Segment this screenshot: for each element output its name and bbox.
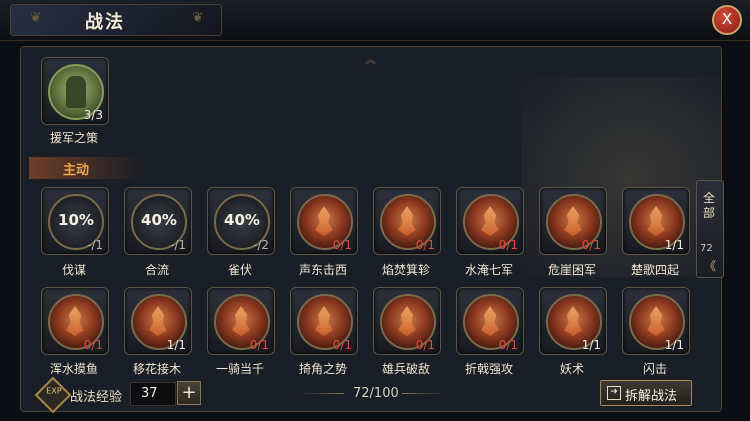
tactic-slot[interactable]: 0/1 bbox=[539, 187, 607, 255]
tactic-slot[interactable]: 40% -/1 bbox=[124, 187, 192, 255]
tab-all-count: 72 bbox=[700, 243, 713, 254]
tactic-slot[interactable]: 40% -/2 bbox=[207, 187, 275, 255]
tactic-slot[interactable]: 1/1 bbox=[622, 187, 690, 255]
close-button[interactable]: X bbox=[712, 5, 742, 35]
tactic-count: -/1 bbox=[169, 238, 186, 252]
tactic-name: 声东击西 bbox=[298, 263, 347, 277]
tactics-panel: ︽ 3/3 援军之策 主动 10% -/1 伐谋 40% -/1 合流 40% -/2 雀伏 0/… bbox=[20, 46, 722, 412]
tactic-name: 闪击 bbox=[642, 362, 667, 376]
tactic-name: 伐谋 bbox=[61, 263, 86, 277]
tactic-name: 掎角之势 bbox=[298, 362, 347, 376]
divider-right bbox=[402, 393, 446, 394]
tactic-slot[interactable]: 0/1 bbox=[41, 287, 109, 355]
section-header: 主动 bbox=[29, 157, 139, 179]
flame-icon bbox=[481, 306, 499, 336]
tactic-slot[interactable]: 0/1 bbox=[456, 187, 524, 255]
tactic-count: 0/1 bbox=[415, 338, 435, 352]
tactic-percent: 40% bbox=[224, 211, 260, 229]
scroll-up-icon[interactable]: ︽ bbox=[365, 51, 376, 67]
tactic-count: 0/1 bbox=[332, 338, 352, 352]
tab-all-label: 全部 bbox=[703, 191, 716, 220]
ornament-right-icon: ❦ bbox=[192, 10, 204, 26]
divider-left bbox=[300, 393, 344, 394]
flame-icon bbox=[232, 306, 250, 336]
tactic-name: 危崖困军 bbox=[547, 263, 596, 277]
tactic-name: 折戟强攻 bbox=[464, 362, 513, 376]
tactic-count: 0/1 bbox=[581, 238, 601, 252]
tactic-name: 妖术 bbox=[559, 362, 584, 376]
tactic-name: 雀伏 bbox=[227, 263, 252, 277]
tactic-percent: 40% bbox=[141, 211, 177, 229]
tactic-count: 0/1 bbox=[498, 338, 518, 352]
tactic-name: 雄兵破敌 bbox=[381, 362, 430, 376]
tactic-name: 浑水摸鱼 bbox=[49, 362, 98, 376]
flame-icon bbox=[315, 306, 333, 336]
tactic-count: 0/1 bbox=[415, 238, 435, 252]
tactic-slot[interactable]: 0/1 bbox=[290, 187, 358, 255]
tactic-name: 楚歌四起 bbox=[630, 263, 679, 277]
equipped-tactic-slot[interactable]: 3/3 bbox=[41, 57, 109, 125]
tactic-slot[interactable]: 10% -/1 bbox=[41, 187, 109, 255]
flame-icon bbox=[398, 206, 416, 236]
add-exp-button[interactable]: + bbox=[177, 381, 201, 405]
tactic-percent: 10% bbox=[58, 211, 94, 229]
flame-icon bbox=[647, 306, 665, 336]
tactic-count: 0/1 bbox=[498, 238, 518, 252]
tactic-name: 水淹七军 bbox=[464, 263, 513, 277]
flame-icon bbox=[564, 306, 582, 336]
flame-icon bbox=[564, 206, 582, 236]
tactic-count: 72/100 bbox=[353, 386, 399, 401]
tactic-name: 一骑当千 bbox=[215, 362, 264, 376]
tactic-slot[interactable]: 0/1 bbox=[373, 287, 441, 355]
page-title: 战法 bbox=[85, 12, 125, 33]
exp-value: 37 bbox=[141, 386, 158, 401]
tactic-count: 1/1 bbox=[581, 338, 601, 352]
ornament-left-icon: ❦ bbox=[30, 10, 42, 26]
tactic-slot[interactable]: 0/1 bbox=[290, 287, 358, 355]
equipped-tactic-count: 3/3 bbox=[83, 108, 103, 122]
tactic-slot[interactable]: 1/1 bbox=[124, 287, 192, 355]
flame-icon bbox=[149, 306, 167, 336]
tactic-slot[interactable]: 0/1 bbox=[456, 287, 524, 355]
tactic-count: 0/1 bbox=[332, 238, 352, 252]
flame-icon bbox=[315, 206, 333, 236]
tactic-name: 焰焚箕轸 bbox=[381, 263, 430, 277]
tab-all[interactable]: 全部 72 《 bbox=[696, 180, 724, 278]
exit-icon: ➜ bbox=[607, 386, 621, 400]
equipped-tactic-name: 援军之策 bbox=[49, 131, 98, 145]
tactic-name: 合流 bbox=[144, 263, 169, 277]
flame-icon bbox=[398, 306, 416, 336]
flame-icon bbox=[66, 306, 84, 336]
tactic-name: 移花接木 bbox=[132, 362, 181, 376]
tactic-count: 0/1 bbox=[249, 338, 269, 352]
tactic-count: -/2 bbox=[252, 238, 269, 252]
flame-icon bbox=[481, 206, 499, 236]
chevron-left-icon: 《 bbox=[704, 259, 717, 273]
exp-label: 战法经验 bbox=[70, 390, 123, 405]
tactic-slot[interactable]: 0/1 bbox=[373, 187, 441, 255]
tactic-count: 1/1 bbox=[166, 338, 186, 352]
tactic-slot[interactable]: 1/1 bbox=[622, 287, 690, 355]
tactic-count: 1/1 bbox=[664, 338, 684, 352]
tactic-slot[interactable]: 0/1 bbox=[207, 287, 275, 355]
decompose-label: 拆解战法 bbox=[625, 389, 678, 404]
tactic-count: 1/1 bbox=[664, 238, 684, 252]
tactic-slot[interactable]: 1/1 bbox=[539, 287, 607, 355]
section-label: 主动 bbox=[63, 163, 90, 178]
tactic-count: -/1 bbox=[86, 238, 103, 252]
flame-icon bbox=[647, 206, 665, 236]
decompose-button[interactable]: ➜ 拆解战法 bbox=[600, 380, 692, 406]
tactic-count: 0/1 bbox=[83, 338, 103, 352]
top-bar: ❦ ❦ 战法 X bbox=[0, 0, 750, 41]
